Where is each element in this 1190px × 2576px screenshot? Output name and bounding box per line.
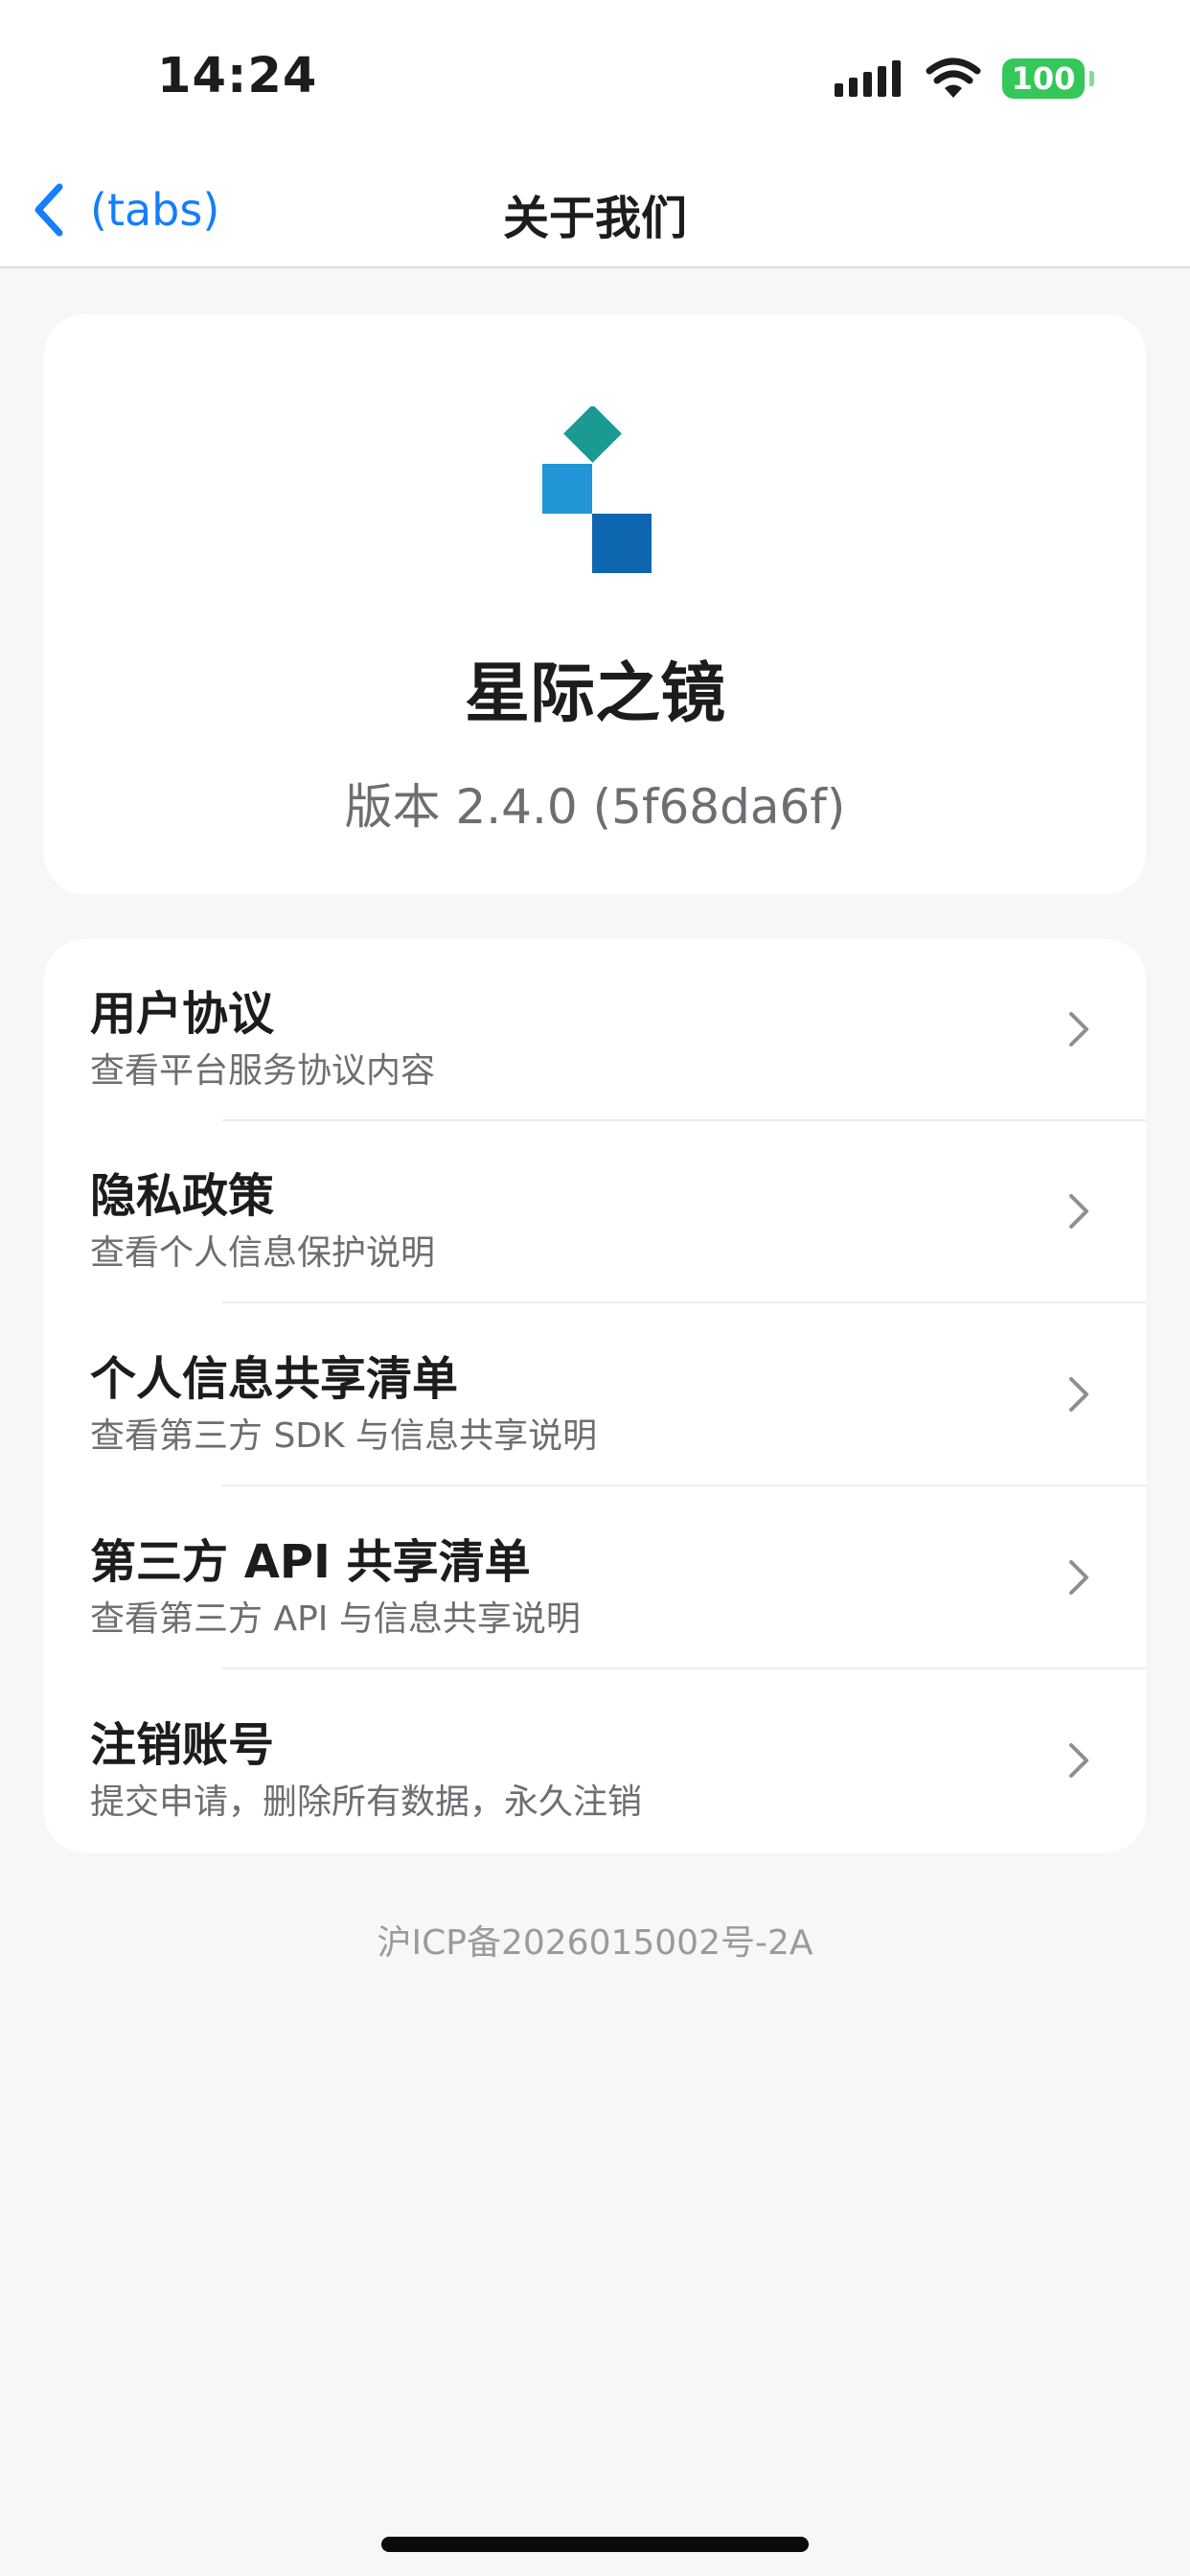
app-name: 星际之镜 xyxy=(464,656,725,732)
menu-item-title: 隐私政策 xyxy=(90,1169,275,1223)
chevron-right-icon xyxy=(1069,1194,1088,1229)
chevron-right-icon xyxy=(1069,1743,1088,1778)
app-logo xyxy=(542,406,652,573)
divider xyxy=(222,1301,1146,1303)
menu-item-privacy-policy[interactable]: 隐私政策 查看个人信息保护说明 xyxy=(44,1121,1146,1303)
battery-icon: 100 xyxy=(1002,58,1094,99)
chevron-right-icon xyxy=(1069,1560,1088,1595)
menu-item-delete-account[interactable]: 注销账号 提交申请，删除所有数据，永久注销 xyxy=(44,1670,1146,1852)
chevron-right-icon xyxy=(1069,1012,1088,1046)
menu-item-third-party-api-sharing[interactable]: 第三方 API 共享清单 查看第三方 API 与信息共享说明 xyxy=(44,1487,1146,1669)
status-time: 14:24 xyxy=(157,48,318,104)
menu-item-title: 第三方 API 共享清单 xyxy=(90,1535,531,1589)
app-version: 版本 2.4.0 (5f68da6f) xyxy=(344,779,846,835)
icp-registration[interactable]: 沪ICP备2026015002号-2A xyxy=(0,1915,1190,1965)
navigation-bar: (tabs) 关于我们 xyxy=(0,153,1190,268)
menu-item-user-agreement[interactable]: 用户协议 查看平台服务协议内容 xyxy=(44,939,1146,1121)
menu-item-title: 用户协议 xyxy=(90,987,275,1041)
divider xyxy=(222,1484,1146,1486)
page-title: 关于我们 xyxy=(502,192,687,245)
menu-item-title: 个人信息共享清单 xyxy=(90,1352,459,1406)
menu-item-subtitle: 提交申请，删除所有数据，永久注销 xyxy=(90,1782,643,1822)
divider xyxy=(222,1668,1146,1669)
menu-item-subtitle: 查看平台服务协议内容 xyxy=(90,1051,436,1091)
wifi-icon xyxy=(926,58,981,98)
menu-item-subtitle: 查看第三方 SDK 与信息共享说明 xyxy=(90,1416,598,1456)
settings-menu: 用户协议 查看平台服务协议内容 隐私政策 查看个人信息保护说明 个人信息共享清单… xyxy=(44,939,1146,1852)
menu-item-personal-info-sharing[interactable]: 个人信息共享清单 查看第三方 SDK 与信息共享说明 xyxy=(44,1304,1146,1486)
home-indicator[interactable] xyxy=(381,2537,809,2552)
menu-item-title: 注销账号 xyxy=(90,1718,275,1772)
status-icons: 100 xyxy=(835,58,1094,100)
chevron-right-icon xyxy=(1069,1377,1088,1412)
menu-item-subtitle: 查看个人信息保护说明 xyxy=(90,1233,436,1273)
menu-item-subtitle: 查看第三方 API 与信息共享说明 xyxy=(90,1599,581,1639)
app-info-card: 星际之镜 版本 2.4.0 (5f68da6f) xyxy=(44,314,1146,894)
signal-icon xyxy=(835,60,901,97)
status-bar: 14:24 100 xyxy=(0,0,1190,153)
